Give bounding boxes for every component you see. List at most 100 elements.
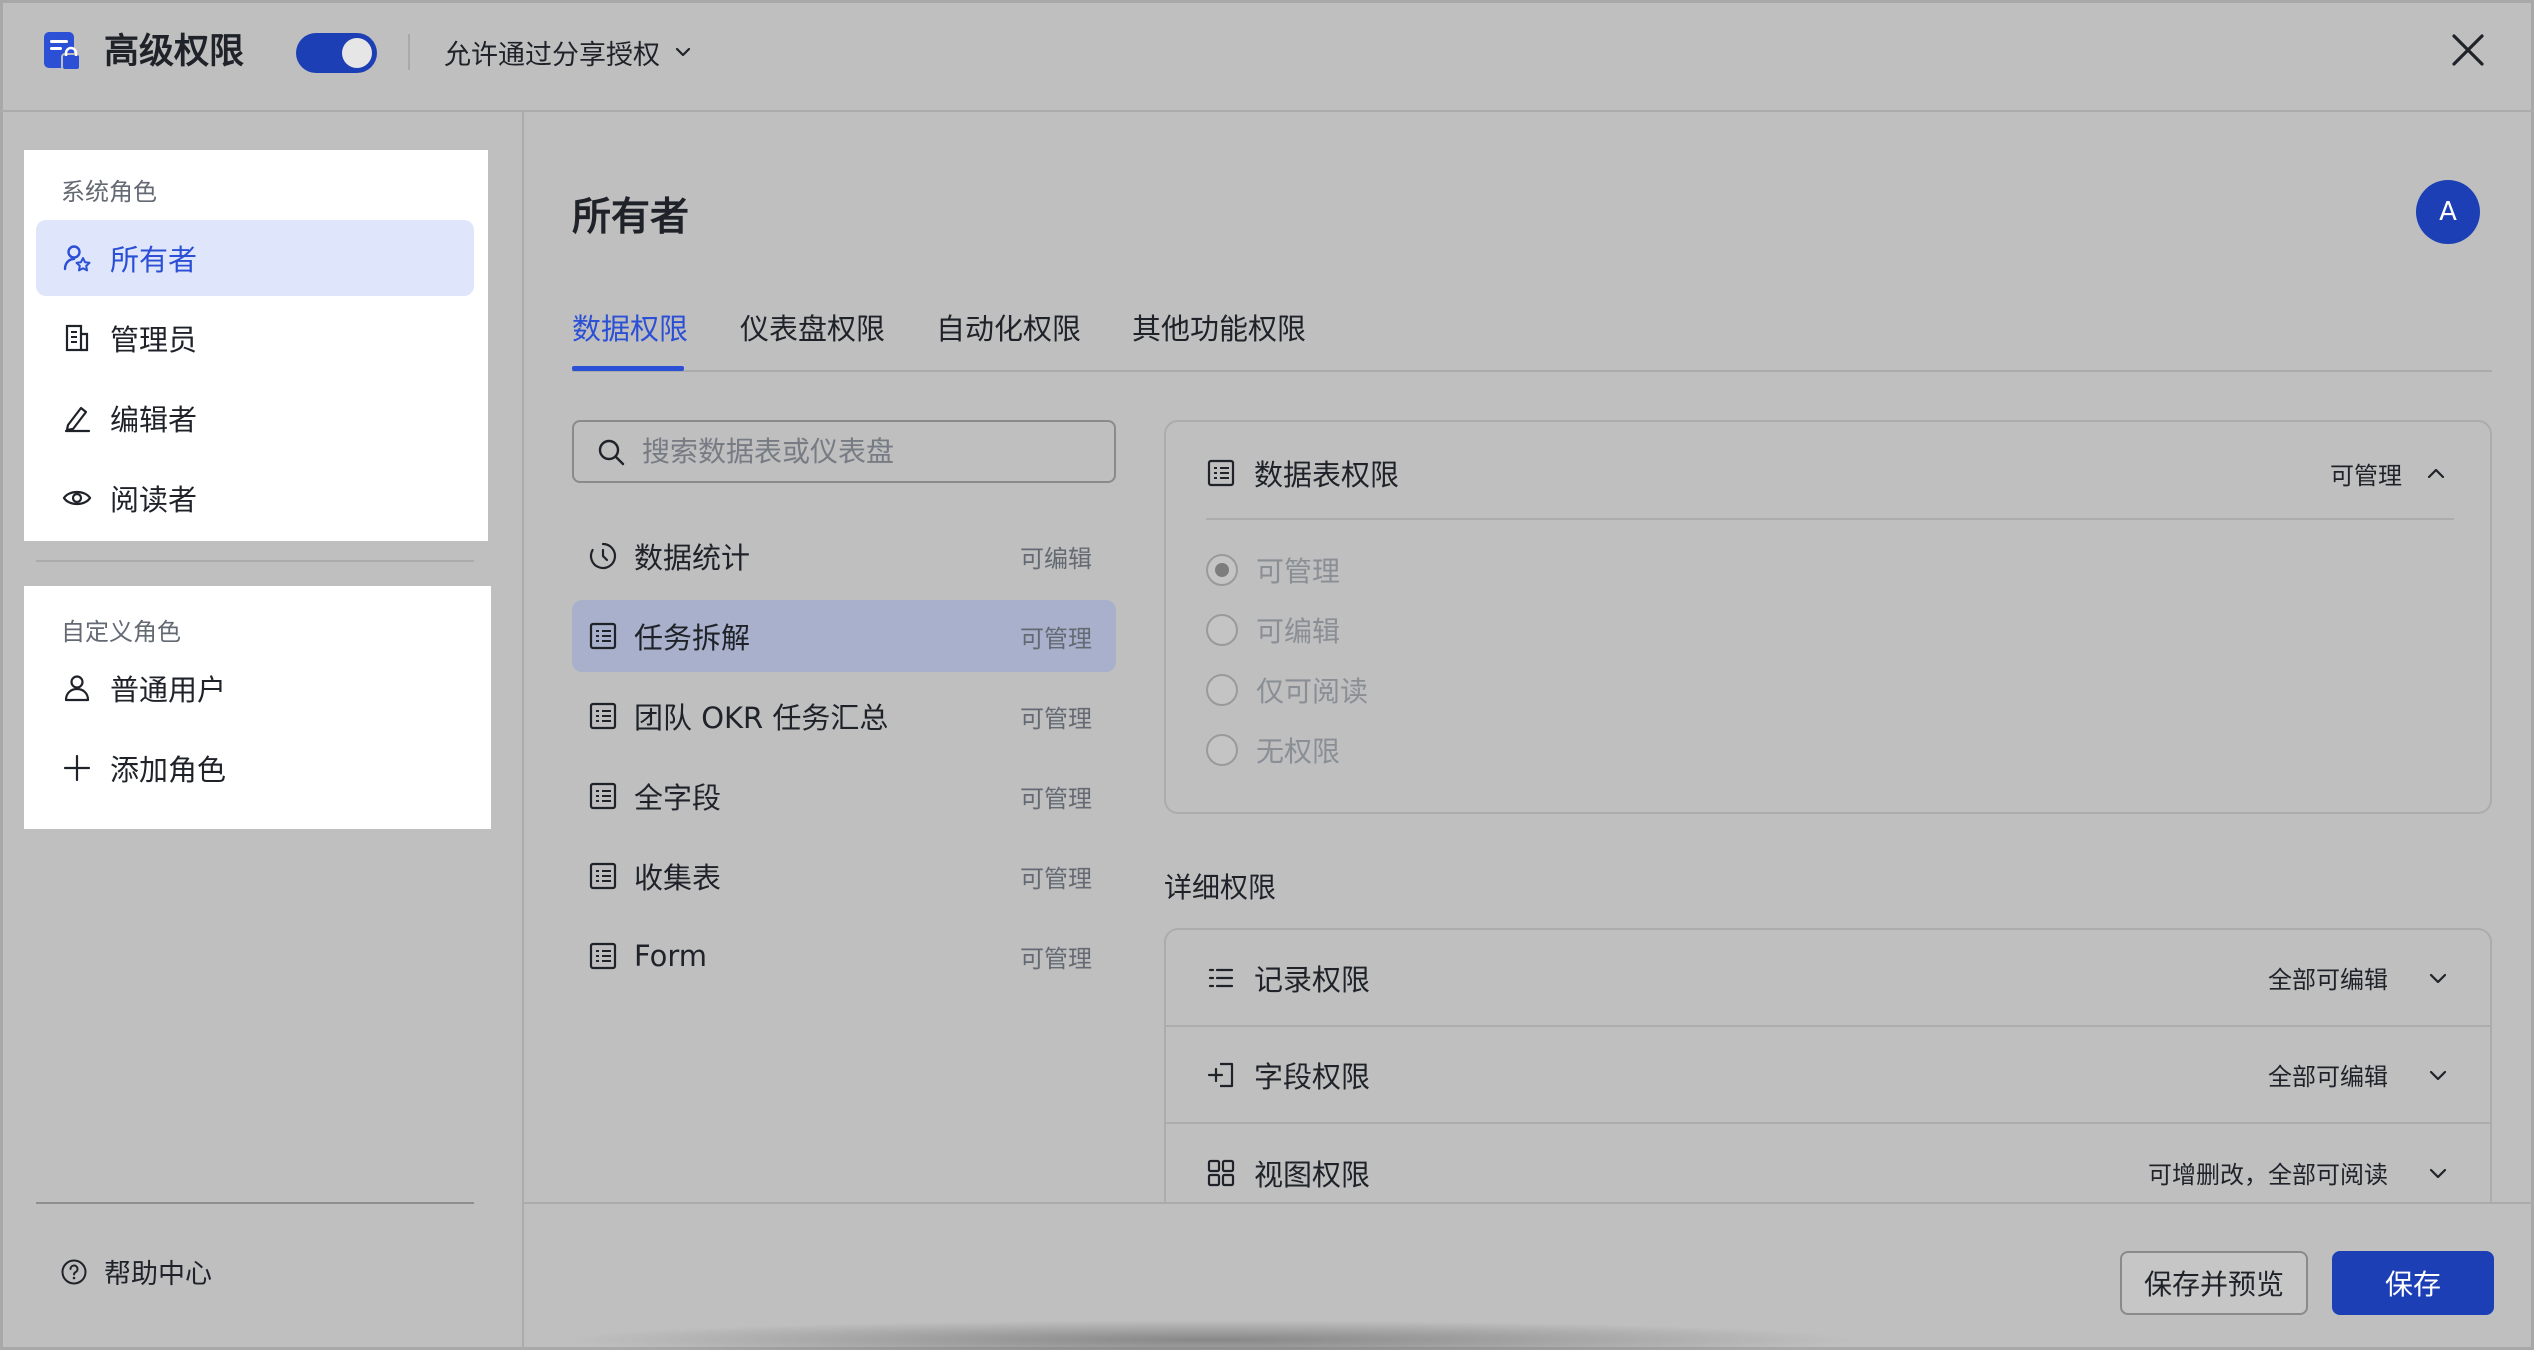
table-list-item[interactable]: 全字段 可管理 [572,760,1116,832]
avatar[interactable]: A [2416,180,2480,244]
tab-automation-permission[interactable]: 自动化权限 [936,306,1081,348]
add-role-label: 添加角色 [110,753,227,787]
radio-button[interactable] [1206,674,1238,706]
role-item-label: 编辑者 [110,403,198,437]
field-permission-row[interactable]: 字段权限 全部可编辑 [1166,1027,2490,1124]
radio-option-read-only[interactable]: 仅可阅读 [1206,670,1368,710]
radio-label: 无权限 [1256,735,1341,768]
table-permission-panel: 数据表权限 可管理 可管理 可编辑 仅可阅读 无权限 [1164,420,2492,814]
tab-other-permission[interactable]: 其他功能权限 [1132,306,1306,348]
view-permission-row[interactable]: 视图权限 可增删改，全部可阅读 [1166,1124,2490,1203]
role-item-label: 普通用户 [110,673,227,707]
table-name: 数据统计 [634,541,751,575]
pen-icon [64,406,91,433]
table-icon [589,782,617,810]
eye-icon [62,490,92,506]
detail-row-value: 全部可编辑 [2268,966,2388,994]
scroll-shadow [560,1320,1860,1350]
table-name: 收集表 [634,861,722,895]
radio-button[interactable] [1206,734,1238,766]
permission-tabs: 数据权限 仪表盘权限 自动化权限 其他功能权限 [572,300,2492,372]
detail-permission-label: 详细权限 [1164,871,1277,904]
chevron-up-icon [2427,468,2445,478]
table-permission: 可管理 [1020,784,1092,813]
tab-dashboard-permission[interactable]: 仪表盘权限 [740,306,885,348]
table-permission: 可管理 [1020,624,1092,653]
chevron-down-icon [675,47,691,57]
detail-row-name: 记录权限 [1254,962,1371,997]
radio-option-manage[interactable]: 可管理 [1206,550,1340,590]
chevron-down-icon [2429,973,2447,983]
table-name: 任务拆解 [634,621,751,655]
chevron-down-icon [2429,1070,2447,1080]
search-icon [598,439,625,465]
table-icon [589,622,617,650]
help-center-label: 帮助中心 [104,1259,212,1290]
detail-row-name: 视图权限 [1254,1157,1371,1192]
table-permission: 可管理 [1020,704,1092,733]
role-item-owner[interactable]: 所有者 [36,220,474,296]
user-icon [64,675,90,702]
custom-roles-card: 自定义角色 普通用户 添加角色 [24,586,491,829]
chevron-down-icon [2429,1168,2447,1178]
save-and-preview-button[interactable]: 保存并预览 [2120,1251,2308,1315]
help-center-link[interactable]: 帮助中心 [60,1252,212,1291]
grid-icon [1207,1159,1235,1186]
header-divider [408,34,410,70]
table-permission-title: 数据表权限 [1254,458,1400,492]
detail-row-value: 可增删改，全部可阅读 [2148,1161,2388,1189]
table-list-item[interactable]: 收集表 可管理 [572,840,1116,912]
table-list-item[interactable]: 团队 OKR 任务汇总 可管理 [572,680,1116,752]
advanced-permission-toggle[interactable] [296,33,377,73]
radio-button[interactable] [1206,554,1238,586]
list-icon [1208,968,1234,987]
save-button[interactable]: 保存 [2332,1251,2494,1315]
system-roles-label: 系统角色 [61,178,157,206]
role-item-editor[interactable]: 编辑者 [36,380,474,456]
table-permission: 可管理 [1020,944,1092,973]
role-title: 所有者 [572,195,690,240]
close-icon[interactable] [2448,30,2488,70]
radio-button[interactable] [1206,614,1238,646]
detail-permission-list: 记录权限 全部可编辑 字段权限 全部可编辑 视图权限 可增删改，全部可阅读 [1164,928,2492,1203]
table-permission: 可编辑 [1020,544,1092,573]
role-item-normal-user[interactable]: 普通用户 [36,650,474,726]
radio-label: 仅可阅读 [1256,675,1369,708]
table-list-item[interactable]: Form 可管理 [572,920,1116,992]
radio-label: 可编辑 [1256,615,1341,648]
role-item-reader[interactable]: 阅读者 [36,460,474,536]
role-item-label: 管理员 [110,323,198,357]
add-role-button[interactable]: 添加角色 [36,730,474,806]
system-roles-card: 系统角色 所有者 管理员 编辑者 阅读者 [24,150,488,541]
table-list-item[interactable]: 任务拆解 可管理 [572,600,1116,672]
table-permission-status: 可管理 [2330,462,2402,490]
custom-roles-label: 自定义角色 [61,618,181,646]
active-tab-indicator [572,366,684,371]
share-authorization-select[interactable]: 允许通过分享授权 [444,30,694,74]
sidebar-divider [36,560,474,562]
role-item-label: 所有者 [110,243,198,277]
radio-label: 可管理 [1256,555,1341,588]
table-icon [589,702,617,730]
detail-row-value: 全部可编辑 [2268,1063,2388,1091]
tab-data-permission[interactable]: 数据权限 [572,306,688,348]
table-name: Form [634,939,708,973]
table-search-box[interactable] [572,420,1116,483]
help-icon [61,1259,87,1284]
record-permission-row[interactable]: 记录权限 全部可编辑 [1166,930,2490,1027]
table-permission-collapse[interactable]: 可管理 [2330,456,2448,491]
table-list-item[interactable]: 数据统计 可编辑 [572,520,1116,592]
sidebar-bottom-divider [36,1202,474,1204]
plus-icon [63,754,91,782]
role-item-admin[interactable]: 管理员 [36,300,474,376]
advanced-permission-icon [44,32,81,71]
radio-option-no-permission[interactable]: 无权限 [1206,730,1340,770]
building-icon [65,324,89,352]
table-permission-header[interactable]: 数据表权限 [1206,452,1399,494]
table-search-input[interactable] [642,435,1082,468]
owner-icon [63,245,91,272]
dashboard-icon [589,542,617,570]
radio-option-edit[interactable]: 可编辑 [1206,610,1340,650]
share-authorization-label: 允许通过分享授权 [444,39,660,71]
table-icon [1207,459,1235,487]
